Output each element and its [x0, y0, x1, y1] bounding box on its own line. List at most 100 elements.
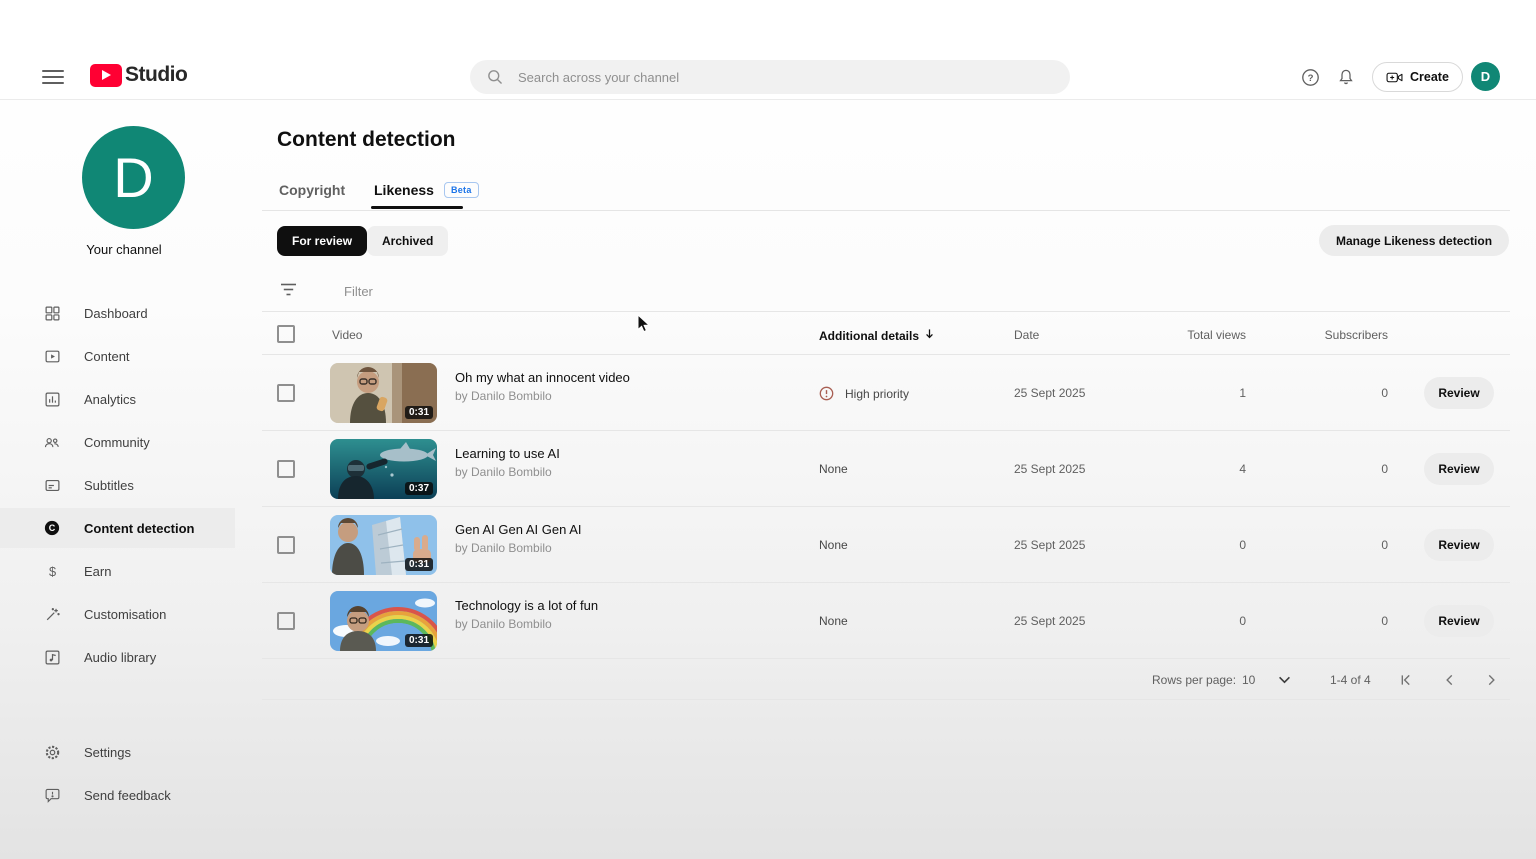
dashboard-icon	[43, 304, 61, 322]
total-views-cell: 1	[1150, 386, 1246, 400]
column-header-video[interactable]: Video	[332, 328, 362, 342]
column-header-subscribers[interactable]: Subscribers	[1290, 328, 1388, 342]
sidebar-item-community[interactable]: Community	[0, 422, 235, 462]
additional-details-cell: None	[819, 538, 848, 552]
beta-badge: Beta	[444, 182, 479, 198]
sidebar-item-audio-library[interactable]: Audio library	[0, 637, 235, 677]
community-icon	[43, 433, 61, 451]
video-author: by Danilo Bombilo	[455, 465, 552, 479]
video-thumbnail[interactable]: 0:31	[330, 515, 437, 575]
content-icon	[43, 347, 61, 365]
subscribers-cell: 0	[1290, 538, 1388, 552]
previous-page-icon[interactable]	[1441, 672, 1457, 688]
filter-chip-for-review[interactable]: For review	[277, 226, 367, 256]
video-title[interactable]: Technology is a lot of fun	[455, 598, 598, 613]
video-author: by Danilo Bombilo	[455, 541, 552, 555]
youtube-studio-logo[interactable]: Studio	[90, 61, 187, 89]
sidebar-item-send-feedback[interactable]: Send feedback	[0, 775, 235, 815]
subscribers-cell: 0	[1290, 462, 1388, 476]
select-all-checkbox[interactable]	[277, 325, 295, 343]
top-bar: Studio ? Create D	[0, 0, 1536, 100]
duration-badge: 0:31	[405, 406, 433, 419]
sidebar-item-subtitles[interactable]: Subtitles	[0, 465, 235, 505]
duration-badge: 0:31	[405, 634, 433, 647]
video-thumbnail[interactable]: 0:31	[330, 363, 437, 423]
column-header-total-views[interactable]: Total views	[1150, 328, 1246, 342]
svg-text:C: C	[49, 523, 56, 533]
date-cell: 25 Sept 2025	[1014, 614, 1085, 628]
video-thumbnail[interactable]: 0:37	[330, 439, 437, 499]
search-icon	[484, 66, 506, 88]
video-title[interactable]: Gen AI Gen AI Gen AI	[455, 522, 581, 537]
sidebar-item-content-detection[interactable]: C Content detection	[0, 508, 235, 548]
sidebar-item-dashboard[interactable]: Dashboard	[0, 293, 235, 333]
filter-input[interactable]	[344, 284, 744, 299]
total-views-cell: 4	[1150, 462, 1246, 476]
create-button[interactable]: Create	[1372, 62, 1463, 92]
subscribers-cell: 0	[1290, 614, 1388, 628]
help-icon[interactable]: ?	[1299, 66, 1321, 88]
sidebar-item-customisation[interactable]: Customisation	[0, 594, 235, 634]
subscribers-cell: 0	[1290, 386, 1388, 400]
video-author: by Danilo Bombilo	[455, 389, 552, 403]
next-page-icon[interactable]	[1484, 672, 1500, 688]
row-checkbox[interactable]	[277, 612, 295, 630]
main-content: Content detection Copyright Likeness Bet…	[248, 100, 1536, 859]
column-header-date[interactable]: Date	[1014, 328, 1039, 342]
content-detection-icon: C	[43, 519, 61, 537]
table-row: 0:31 Oh my what an innocent video by Dan…	[248, 355, 1536, 431]
tab-likeness[interactable]: Likeness Beta	[374, 182, 479, 198]
table-filter-bar	[262, 272, 1510, 312]
sidebar: D Your channel Dashboard Content Analyti…	[0, 100, 248, 859]
svg-text:?: ?	[1307, 73, 1313, 84]
rows-per-page-value[interactable]: 10	[1242, 673, 1255, 687]
feedback-icon	[43, 786, 61, 804]
subtitles-icon	[43, 476, 61, 494]
duration-badge: 0:31	[405, 558, 433, 571]
notifications-bell-icon[interactable]	[1335, 66, 1357, 88]
review-button[interactable]: Review	[1424, 605, 1494, 637]
video-thumbnail[interactable]: 0:31	[330, 591, 437, 651]
row-checkbox[interactable]	[277, 460, 295, 478]
table-row: 0:37 Learning to use AI by Danilo Bombil…	[248, 431, 1536, 507]
table-row: 0:31 Technology is a lot of fun by Danil…	[248, 583, 1536, 659]
review-button[interactable]: Review	[1424, 377, 1494, 409]
search-input[interactable]	[518, 70, 1056, 85]
additional-details-cell: None	[819, 614, 848, 628]
tab-copyright[interactable]: Copyright	[279, 182, 345, 198]
audio-library-icon	[43, 648, 61, 666]
rows-per-page-label: Rows per page:	[1152, 673, 1236, 687]
account-avatar[interactable]: D	[1471, 62, 1500, 91]
hamburger-menu-icon[interactable]	[42, 67, 64, 87]
date-cell: 25 Sept 2025	[1014, 386, 1085, 400]
sidebar-item-content[interactable]: Content	[0, 336, 235, 376]
column-header-additional-details[interactable]: Additional details	[819, 328, 935, 343]
additional-details-cell: High priority	[819, 386, 909, 401]
first-page-icon[interactable]	[1398, 672, 1414, 688]
create-button-label: Create	[1410, 70, 1449, 84]
svg-text:$: $	[48, 563, 55, 578]
review-button[interactable]: Review	[1424, 453, 1494, 485]
table-footer: Rows per page: 10 1-4 of 4	[248, 659, 1536, 700]
channel-avatar[interactable]: D	[82, 126, 185, 229]
high-priority-icon	[819, 386, 834, 401]
sidebar-item-earn[interactable]: $ Earn	[0, 551, 235, 591]
sidebar-item-settings[interactable]: Settings	[0, 732, 235, 772]
search-bar[interactable]	[470, 60, 1070, 94]
chevron-down-icon[interactable]	[1276, 672, 1292, 688]
pagination-range-label: 1-4 of 4	[1330, 673, 1371, 687]
youtube-play-icon	[90, 64, 122, 87]
tabs-divider	[262, 210, 1510, 211]
analytics-icon	[43, 390, 61, 408]
video-title[interactable]: Oh my what an innocent video	[455, 370, 630, 385]
filter-chip-archived[interactable]: Archived	[367, 226, 448, 256]
video-title[interactable]: Learning to use AI	[455, 446, 560, 461]
sort-descending-icon	[924, 328, 935, 343]
additional-details-cell: None	[819, 462, 848, 476]
total-views-cell: 0	[1150, 614, 1246, 628]
review-button[interactable]: Review	[1424, 529, 1494, 561]
sidebar-item-analytics[interactable]: Analytics	[0, 379, 235, 419]
manage-likeness-detection-button[interactable]: Manage Likeness detection	[1319, 225, 1509, 256]
row-checkbox[interactable]	[277, 384, 295, 402]
row-checkbox[interactable]	[277, 536, 295, 554]
